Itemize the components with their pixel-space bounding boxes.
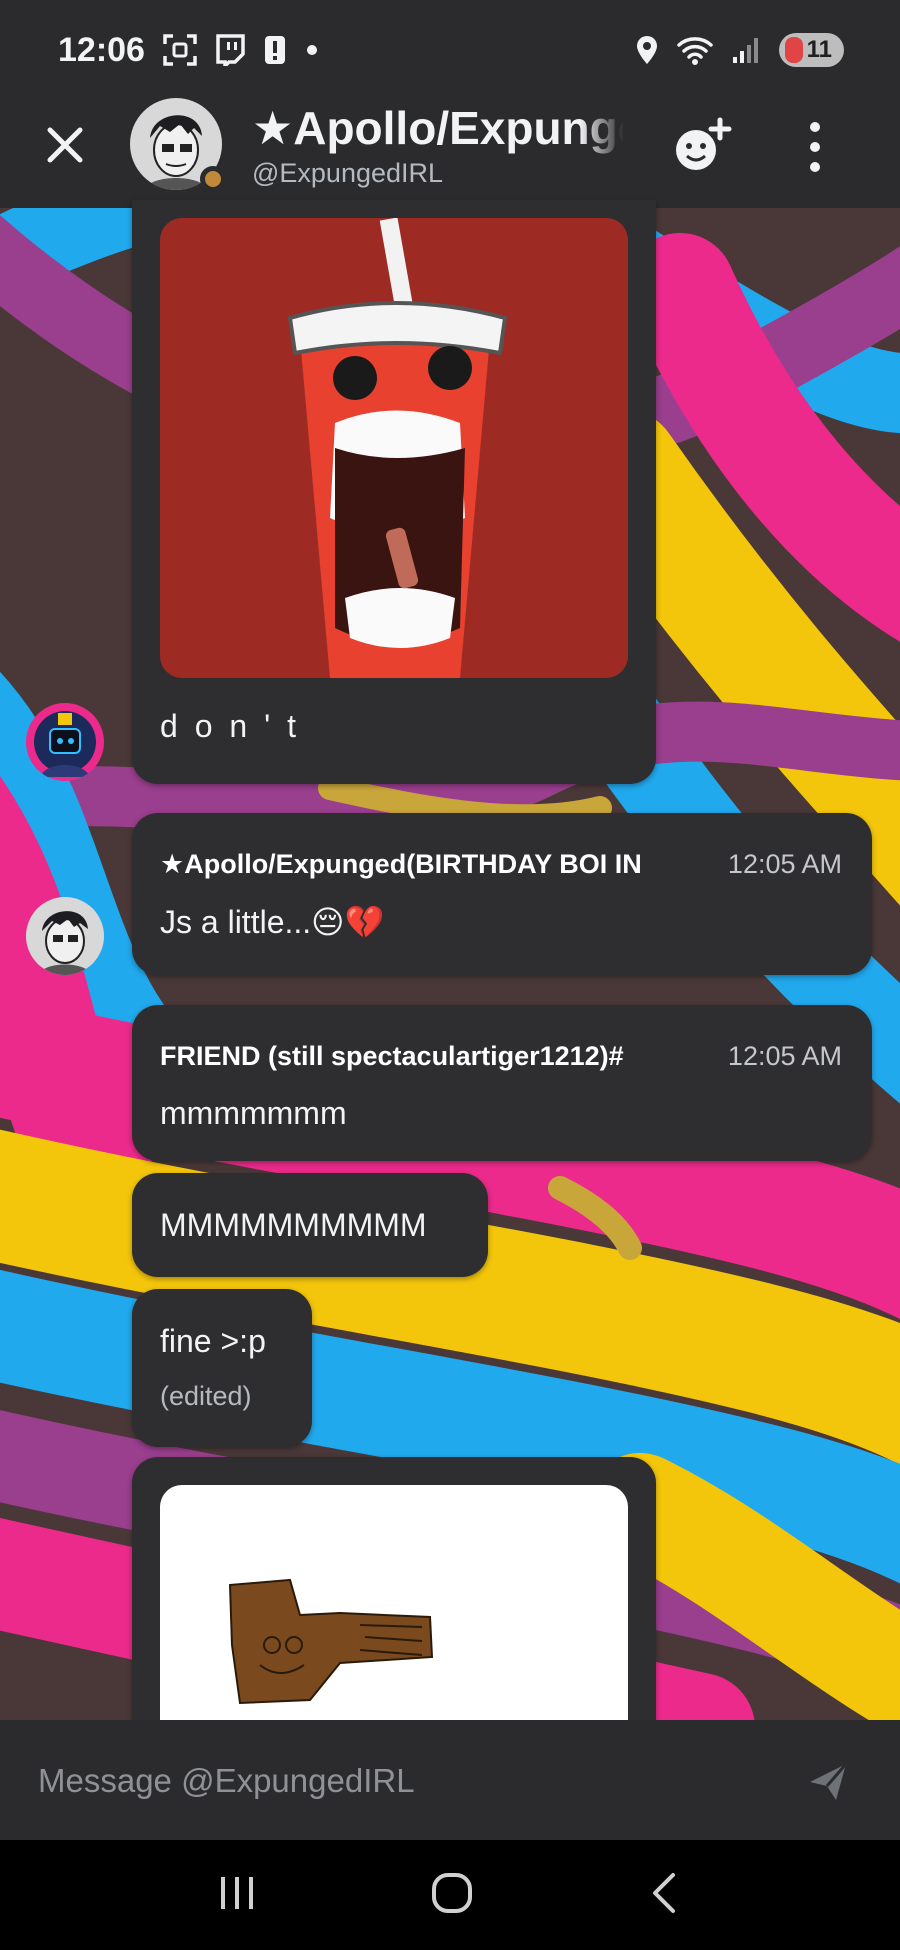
dm-header: ★Apollo/Expunged(BIRTHDAY BOI @ExpungedI… — [0, 98, 900, 208]
header-username: @ExpungedIRL — [252, 158, 444, 188]
page-title: ★Apollo/Expunged(BIRTHDAY BOI — [252, 102, 624, 154]
recents-icon — [220, 1876, 253, 1909]
signal-icon — [731, 35, 761, 65]
sender-avatar-friend[interactable] — [26, 703, 104, 781]
message-caption: d o n ' t — [160, 708, 300, 744]
battery-icon: 11 — [778, 33, 844, 67]
status-bar: 12:06 11 — [0, 0, 900, 100]
message-timestamp: 12:05 AM — [727, 1041, 842, 1071]
sender-avatar-apollo[interactable] — [26, 897, 104, 975]
dot-icon — [305, 43, 319, 57]
message-text: fine >:p — [160, 1323, 266, 1359]
message-author[interactable]: FRIEND (still spectaculartiger1212)# — [160, 1041, 700, 1072]
back-icon — [653, 1872, 676, 1913]
status-time: 12:06 — [58, 30, 145, 69]
more-options-button[interactable] — [800, 118, 830, 176]
message-bubble[interactable]: MMMMMMMMMM — [132, 1173, 488, 1277]
status-idle-dot — [200, 166, 226, 192]
home-button[interactable] — [428, 1869, 476, 1922]
wifi-icon — [676, 35, 713, 65]
message-bubble-image[interactable]: d o n ' t — [132, 200, 656, 784]
message-text: MMMMMMMMMM — [160, 1207, 427, 1243]
message-image-drawing[interactable] — [160, 1485, 628, 1725]
home-icon — [431, 1872, 472, 1913]
edited-label: (edited) — [160, 1381, 252, 1411]
message-composer — [0, 1720, 900, 1840]
header-title-block[interactable]: ★Apollo/Expunged(BIRTHDAY BOI @ExpungedI… — [252, 100, 624, 189]
message-bubble[interactable]: ★Apollo/Expunged(BIRTHDAY BOI IN 12:05 A… — [132, 813, 872, 975]
message-author[interactable]: ★Apollo/Expunged(BIRTHDAY BOI IN — [160, 849, 700, 880]
close-button[interactable] — [40, 120, 90, 170]
message-text: Js a little...😔💔 — [160, 904, 385, 940]
send-icon — [810, 1763, 848, 1800]
battery-level: 11 — [806, 36, 832, 63]
recents-button[interactable] — [215, 1873, 259, 1918]
more-vertical-icon — [810, 122, 820, 172]
message-image-cup[interactable] — [160, 218, 628, 678]
message-text: mmmmmmm — [160, 1095, 347, 1131]
system-nav-bar — [0, 1840, 900, 1950]
add-friend-icon — [676, 117, 732, 170]
message-input[interactable] — [38, 1756, 758, 1806]
alert-icon — [263, 34, 287, 66]
message-timestamp: 12:05 AM — [727, 849, 842, 879]
twitch-icon — [215, 34, 245, 66]
message-bubble[interactable]: fine >:p (edited) — [132, 1289, 312, 1447]
screenshot-icon — [163, 34, 197, 66]
user-avatar[interactable] — [130, 98, 226, 194]
send-button[interactable] — [806, 1760, 850, 1804]
back-button[interactable] — [645, 1871, 685, 1920]
close-icon — [47, 127, 83, 163]
message-bubble[interactable]: FRIEND (still spectaculartiger1212)# 12:… — [132, 1005, 872, 1161]
add-friend-button[interactable] — [672, 116, 732, 176]
message-bubble-image[interactable] — [132, 1457, 656, 1757]
location-icon — [635, 34, 659, 66]
